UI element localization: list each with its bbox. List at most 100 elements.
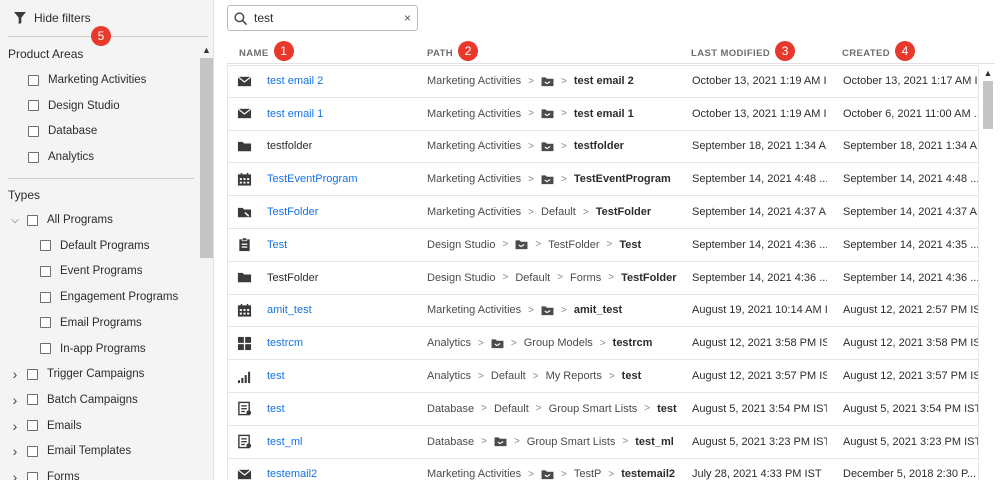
clear-search-icon[interactable]: ×: [404, 11, 411, 25]
row-name-link[interactable]: test_ml: [267, 426, 417, 458]
row-name-link[interactable]: test: [267, 393, 417, 425]
filter-label: Engagement Programs: [60, 291, 179, 304]
column-header-created[interactable]: CREATED 4: [842, 41, 916, 61]
chevron-right-icon[interactable]: ›: [9, 418, 21, 434]
filter-scrollbar-thumb[interactable]: [200, 58, 213, 258]
filter-emails[interactable]: › Emails: [9, 417, 82, 435]
breadcrumb-separator-icon: >: [644, 403, 651, 415]
row-last-modified: September 14, 2021 4:37 A...: [692, 206, 827, 219]
row-name-link[interactable]: test: [267, 360, 417, 392]
table-row[interactable]: test Analytics > Default > My Reports > test Aug…: [227, 360, 979, 393]
folder-icon: [541, 175, 554, 184]
checkbox[interactable]: [40, 240, 51, 252]
smart-list-icon: [237, 393, 257, 425]
checkbox[interactable]: [28, 151, 39, 163]
table-row[interactable]: testemail2 Marketing Activities > > TestP > te…: [227, 458, 979, 480]
checkbox[interactable]: [27, 420, 38, 432]
chevron-right-icon[interactable]: ›: [9, 469, 21, 480]
breadcrumb-separator-icon: >: [481, 403, 487, 415]
chevron-right-icon[interactable]: ›: [9, 366, 21, 382]
filter-email-templates[interactable]: › Email Templates: [9, 442, 132, 460]
table-row[interactable]: Test Design Studio > > TestFolder > Test Septem…: [227, 228, 979, 262]
filter-event-programs[interactable]: Event Programs: [40, 262, 142, 280]
column-header-last-modified[interactable]: LAST MODIFIED 3: [691, 41, 796, 61]
row-path-breadcrumb: Database > Default > Group Smart Lists > test: [427, 393, 685, 425]
checkbox[interactable]: [40, 343, 51, 354]
filter-trigger-campaigns[interactable]: › Trigger Campaigns: [9, 365, 145, 383]
breadcrumb-current: TestEventProgram: [573, 173, 671, 186]
table-row[interactable]: testrcm Analytics > > Group Models > testrcm Au…: [227, 327, 979, 361]
checkbox[interactable]: [40, 265, 51, 277]
table-row[interactable]: test Database > Default > Group Smart Lists > t…: [227, 392, 979, 426]
row-name-link[interactable]: TestFolder: [267, 196, 417, 228]
filter-email-programs[interactable]: Email Programs: [40, 314, 142, 332]
filter-forms[interactable]: › Forms: [9, 468, 80, 480]
filter-all-programs[interactable]: ⌵ All Programs: [9, 211, 113, 229]
breadcrumb-separator-icon: >: [561, 140, 567, 152]
filter-database[interactable]: Database: [28, 122, 97, 140]
checkbox[interactable]: [40, 291, 51, 303]
table-scroll-up-icon[interactable]: ▲: [981, 67, 995, 79]
row-name-link[interactable]: test email 1: [267, 98, 417, 130]
table-row[interactable]: test email 1 Marketing Activities > > test e…: [227, 97, 979, 131]
search-input[interactable]: [254, 11, 394, 25]
table-row[interactable]: test_ml Database > > Group Smart Lists > test_…: [227, 425, 979, 459]
filter-default-programs[interactable]: Default Programs: [40, 237, 149, 255]
filter-engagement-programs[interactable]: Engagement Programs: [40, 288, 178, 306]
filter-batch-campaigns[interactable]: › Batch Campaigns: [9, 391, 138, 409]
email-icon: [237, 459, 257, 480]
row-path-breadcrumb: Marketing Activities > > TestP > testemail2: [427, 459, 685, 480]
checkbox[interactable]: [27, 445, 38, 457]
checkbox[interactable]: [27, 214, 38, 226]
table-row[interactable]: testfolder Marketing Activities > > testfold…: [227, 130, 979, 164]
row-name-link[interactable]: TestEventProgram: [267, 163, 417, 195]
column-header-name[interactable]: NAME 1: [239, 41, 294, 61]
filter-label: Forms: [47, 471, 80, 480]
checkbox[interactable]: [28, 100, 39, 112]
checkbox[interactable]: [27, 471, 38, 480]
row-path-breadcrumb: Marketing Activities > > TestEventProgram: [427, 163, 685, 195]
filter-in-app-programs[interactable]: In-app Programs: [40, 340, 146, 358]
filter-marketing-activities[interactable]: Marketing Activities: [28, 71, 146, 89]
chevron-right-icon[interactable]: ›: [9, 392, 21, 408]
filter-analytics[interactable]: Analytics: [28, 148, 94, 166]
row-created: October 13, 2021 1:17 AM IST: [843, 75, 978, 88]
breadcrumb-segment: Marketing Activities: [427, 107, 522, 120]
table-row[interactable]: TestFolder Marketing Activities > Default > T…: [227, 196, 979, 229]
table-row[interactable]: TestEventProgram Marketing Activities > > Te…: [227, 163, 979, 197]
column-header-path[interactable]: PATH 2: [427, 41, 479, 61]
scroll-up-arrow-icon[interactable]: ▲: [200, 44, 213, 56]
breadcrumb-separator-icon: >: [608, 370, 615, 382]
table-scrollbar-thumb[interactable]: [983, 81, 993, 129]
row-path-breadcrumb: Design Studio > Default > Forms > TestFolder: [427, 262, 685, 294]
row-name-link[interactable]: testemail2: [267, 459, 417, 480]
folder-icon: [541, 470, 554, 480]
chevron-right-icon[interactable]: ›: [9, 443, 21, 459]
checkbox[interactable]: [27, 394, 38, 406]
row-created: August 5, 2021 3:23 PM IST: [843, 435, 978, 448]
row-name-link[interactable]: amit_test: [267, 295, 417, 327]
filter-label: Default Programs: [60, 239, 150, 252]
checkbox[interactable]: [28, 125, 39, 137]
table-row[interactable]: TestFolder Design Studio > Default > Forms > Te…: [227, 261, 979, 295]
filter-icon: [14, 12, 26, 24]
checkbox[interactable]: [27, 368, 38, 380]
breadcrumb-separator-icon: >: [478, 370, 484, 382]
filter-design-studio[interactable]: Design Studio: [28, 97, 120, 115]
breadcrumb-separator-icon: >: [528, 173, 534, 185]
table-row[interactable]: amit_test Marketing Activities > > amit_test…: [227, 294, 979, 328]
breadcrumb-segment: Group Smart Lists: [526, 435, 616, 448]
hide-filters-button[interactable]: Hide filters: [14, 8, 91, 28]
chevron-down-icon[interactable]: ⌵: [9, 215, 21, 226]
row-name-link[interactable]: test email 2: [267, 66, 417, 97]
table-row[interactable]: test email 2 Marketing Activities > > test e…: [227, 65, 979, 98]
search-box[interactable]: ×: [227, 5, 418, 31]
breadcrumb-segment: Marketing Activities: [427, 75, 522, 88]
row-created: August 5, 2021 3:54 PM IST: [843, 402, 978, 415]
checkbox[interactable]: [28, 74, 39, 86]
row-created: August 12, 2021 3:57 PM IST: [843, 370, 978, 383]
checkbox[interactable]: [40, 317, 51, 329]
row-name-link[interactable]: testrcm: [267, 327, 417, 359]
row-name-link[interactable]: Test: [267, 229, 417, 261]
breadcrumb-folder: [541, 305, 554, 316]
